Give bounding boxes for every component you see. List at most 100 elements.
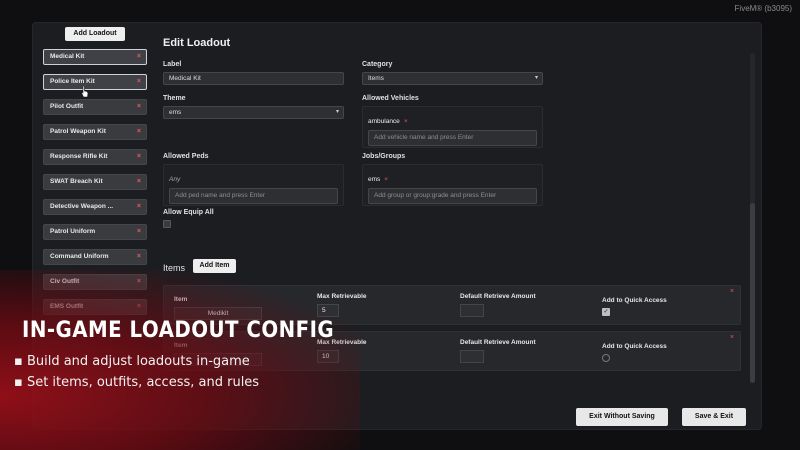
remove-chip-icon[interactable]: × <box>404 118 408 125</box>
ped-input[interactable]: Add ped name and press Enter <box>169 188 338 204</box>
remove-loadout-icon[interactable]: × <box>137 225 141 239</box>
default-col-label: Default Retrieve Amount <box>460 339 536 346</box>
sidebar-item-detective-weapon[interactable]: Detective Weapon ... × <box>43 199 147 215</box>
editor-scrollbar[interactable] <box>750 53 755 383</box>
sidebar-item-command-uniform[interactable]: Command Uniform × <box>43 249 147 265</box>
quick-col-label: Add to Quick Access <box>602 297 667 304</box>
remove-loadout-icon[interactable]: × <box>137 75 141 89</box>
sidebar-item-label: Civ Outfit <box>50 278 80 285</box>
sidebar-item-label: Pilot Outfit <box>50 103 84 110</box>
add-loadout-button[interactable]: Add Loadout <box>65 27 125 41</box>
remove-loadout-icon[interactable]: × <box>137 275 141 289</box>
item-col-label: Item <box>174 342 188 349</box>
allowed-peds-box: Any Add ped name and press Enter <box>163 164 344 206</box>
hand-cursor-icon <box>81 86 89 98</box>
label-input[interactable]: Medical Kit <box>163 72 344 85</box>
jobs-label: Jobs/Groups <box>362 153 406 160</box>
sidebar-item-patrol-uniform[interactable]: Patrol Uniform × <box>43 224 147 240</box>
sidebar-item-label: EMS Outfit <box>50 303 84 310</box>
editor-main: Edit Loadout Label Medical Kit Category … <box>163 37 743 371</box>
scrollbar-thumb[interactable] <box>750 203 755 383</box>
remove-loadout-icon[interactable]: × <box>137 150 141 164</box>
sidebar-item-label: Patrol Uniform <box>50 228 96 235</box>
default-col: Default Retrieve Amount <box>460 339 536 363</box>
sidebar-item-label: Patrol Weapon Kit <box>50 128 106 135</box>
sidebar-item-police-item-kit[interactable]: Police Item Kit × <box>43 74 147 90</box>
quick-col-label: Add to Quick Access <box>602 343 667 350</box>
allowed-peds-label: Allowed Peds <box>163 153 209 160</box>
exit-without-saving-button[interactable]: Exit Without Saving <box>576 408 668 426</box>
jobs-group: Jobs/Groups ems × Add group or group:grad… <box>362 153 543 206</box>
vehicle-chip: ambulance × <box>368 118 408 125</box>
peds-chip: Any <box>169 176 181 183</box>
remove-chip-icon[interactable]: × <box>384 176 388 183</box>
default-amount-input[interactable] <box>460 304 484 317</box>
max-retrievable-input[interactable]: 5 <box>317 304 339 317</box>
allowed-vehicles-group: Allowed Vehicles ambulance × Add vehicle … <box>362 95 543 148</box>
max-retrievable-input[interactable]: 10 <box>317 350 339 363</box>
allowed-vehicles-box: ambulance × Add vehicle name and press En… <box>362 106 543 148</box>
max-col: Max Retrievable 5 <box>317 293 367 317</box>
allow-equip-all-group: Allow Equip All <box>163 209 344 228</box>
sidebar-item-label: Response Rifle Kit <box>50 153 108 160</box>
save-exit-button[interactable]: Save & Exit <box>682 408 746 426</box>
sidebar-item-swat-breach-kit[interactable]: SWAT Breach Kit × <box>43 174 147 190</box>
add-item-button[interactable]: Add Item <box>193 259 236 273</box>
theme-group: Theme ems ▾ <box>163 95 344 119</box>
sidebar-item-label: Medical Kit <box>50 53 85 60</box>
promo-bullet: ▪ Set items, outfits, access, and rules <box>14 375 260 390</box>
job-input[interactable]: Add group or group:grade and press Enter <box>368 188 537 204</box>
theme-select[interactable]: ems ▾ <box>163 106 344 119</box>
sidebar-item-pilot-outfit[interactable]: Pilot Outfit × <box>43 99 147 115</box>
category-field-label: Category <box>362 61 393 68</box>
default-col: Default Retrieve Amount <box>460 293 536 317</box>
sidebar-item-response-rifle-kit[interactable]: Response Rifle Kit × <box>43 149 147 165</box>
category-select[interactable]: Items ▾ <box>362 72 543 85</box>
label-field-label: Label <box>163 61 182 68</box>
remove-loadout-icon[interactable]: × <box>137 300 141 314</box>
theme-field-label: Theme <box>163 95 186 102</box>
page-title: Edit Loadout <box>163 37 231 49</box>
item-col: Item Medikit <box>174 296 262 320</box>
allowed-peds-group: Allowed Peds Any Add ped name and press … <box>163 153 344 206</box>
allowed-vehicles-label: Allowed Vehicles <box>362 95 419 102</box>
quick-access-checkbox[interactable] <box>602 354 610 362</box>
theme-value: ems <box>169 109 182 116</box>
category-group: Category Items ▾ <box>362 61 543 85</box>
remove-item-icon[interactable]: × <box>730 334 734 341</box>
allow-equip-all-label: Allow Equip All <box>163 209 214 216</box>
promo-title: IN-GAME LOADOUT CONFIG <box>22 318 335 343</box>
loadout-sidebar: Add Loadout Medical Kit × Police Item Ki… <box>43 27 147 324</box>
job-chip: ems × <box>368 176 388 183</box>
sidebar-item-label: Police Item Kit <box>50 78 95 85</box>
default-col-label: Default Retrieve Amount <box>460 293 536 300</box>
label-group: Label Medical Kit <box>163 61 344 85</box>
item-col-label: Item <box>174 296 188 303</box>
remove-loadout-icon[interactable]: × <box>137 250 141 264</box>
quick-access-checkbox[interactable]: ✓ <box>602 308 610 316</box>
jobs-box: ems × Add group or group:grade and press … <box>362 164 543 206</box>
default-amount-input[interactable] <box>460 350 484 363</box>
job-chip-label: ems <box>368 176 381 183</box>
max-col-label: Max Retrievable <box>317 293 367 300</box>
remove-loadout-icon[interactable]: × <box>137 100 141 114</box>
sidebar-item-patrol-weapon-kit[interactable]: Patrol Weapon Kit × <box>43 124 147 140</box>
quick-col: Add to Quick Access <box>602 343 667 362</box>
sidebar-item-label: SWAT Breach Kit <box>50 178 103 185</box>
chevron-down-icon: ▾ <box>335 109 339 115</box>
items-header: Items <box>163 263 186 273</box>
fivem-version-tag: FiveM® (b3095) <box>734 4 792 13</box>
sidebar-item-ems-outfit[interactable]: EMS Outfit × <box>43 299 147 315</box>
remove-loadout-icon[interactable]: × <box>137 125 141 139</box>
remove-loadout-icon[interactable]: × <box>137 50 141 64</box>
remove-loadout-icon[interactable]: × <box>137 175 141 189</box>
promo-bullet: ▪ Build and adjust loadouts in-game <box>14 354 250 369</box>
allow-equip-all-checkbox[interactable] <box>163 220 171 228</box>
sidebar-item-civ-outfit[interactable]: Civ Outfit × <box>43 274 147 290</box>
vehicle-chip-label: ambulance <box>368 118 400 125</box>
remove-loadout-icon[interactable]: × <box>137 200 141 214</box>
sidebar-item-medical-kit[interactable]: Medical Kit × <box>43 49 147 65</box>
vehicle-input[interactable]: Add vehicle name and press Enter <box>368 130 537 146</box>
remove-item-icon[interactable]: × <box>730 288 734 295</box>
sidebar-item-label: Command Uniform <box>50 253 109 260</box>
